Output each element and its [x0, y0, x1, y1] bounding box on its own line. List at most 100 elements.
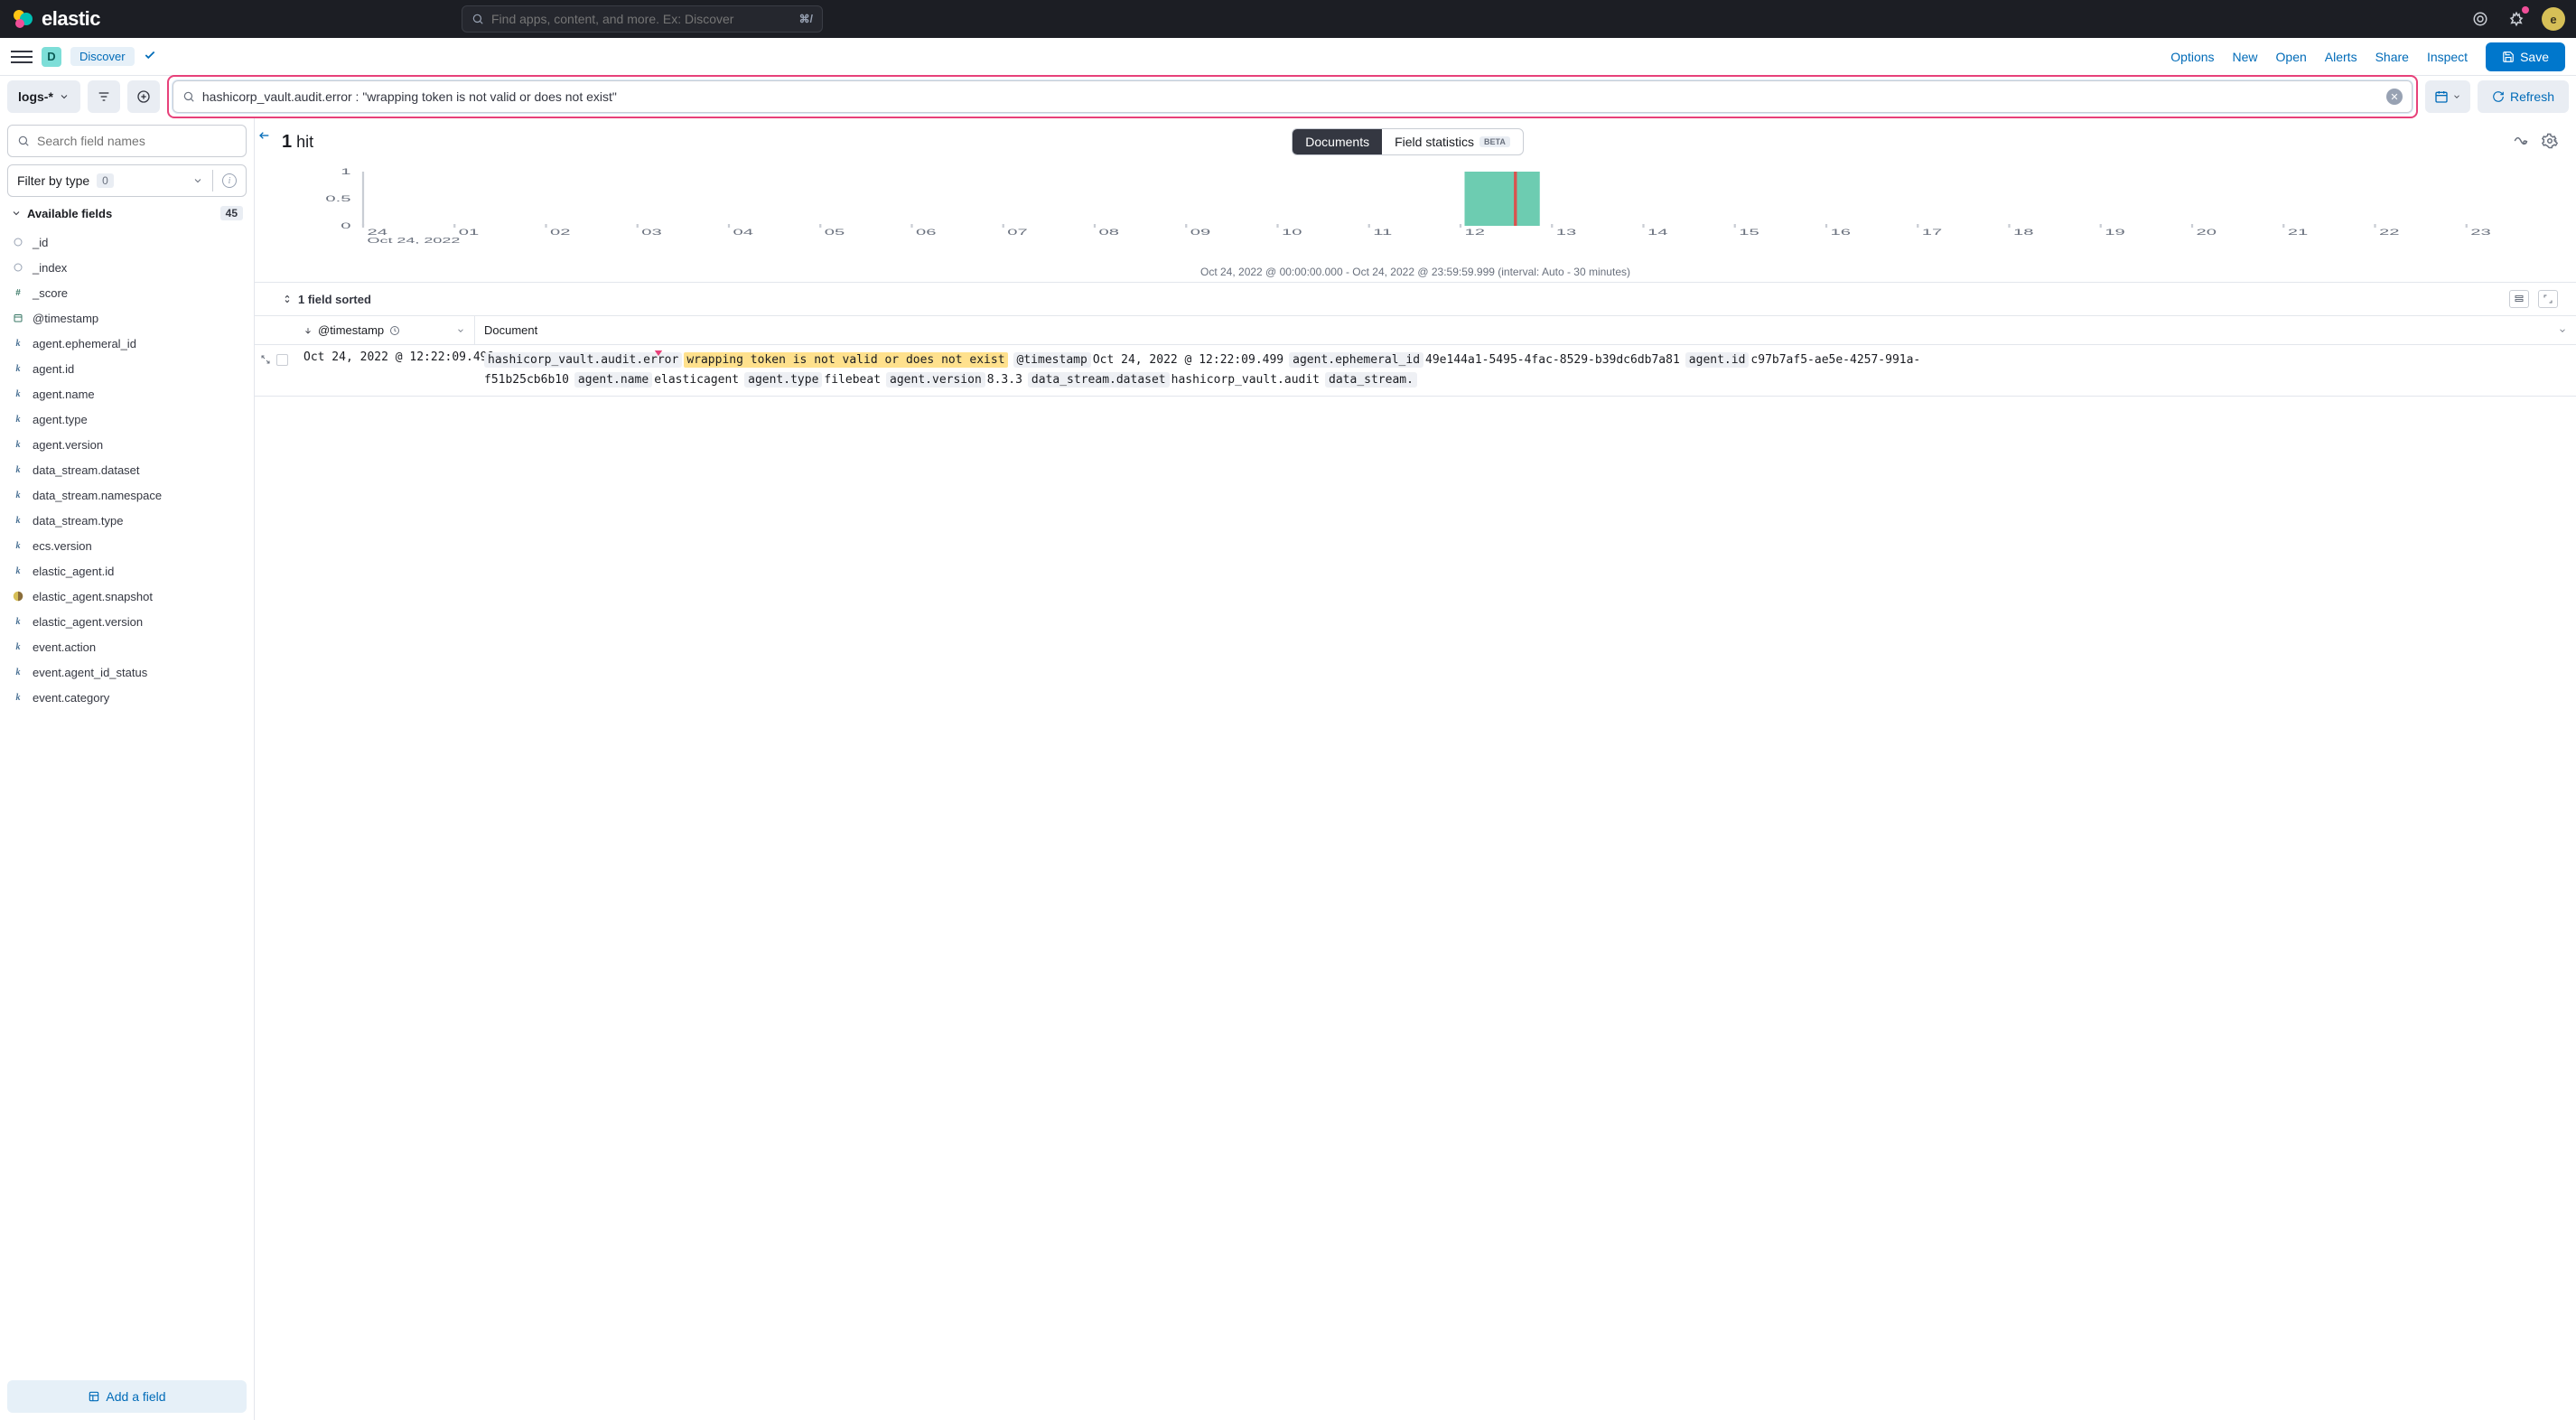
svg-text:12: 12 [1465, 229, 1486, 238]
sort-indicator[interactable]: 1 field sorted [282, 293, 371, 306]
field-search-input[interactable] [37, 134, 237, 148]
field-item[interactable]: kdata_stream.type [7, 508, 247, 533]
field-item[interactable]: kdata_stream.namespace [7, 482, 247, 508]
field-item[interactable]: kelastic_agent.id [7, 558, 247, 584]
field-item[interactable]: kecs.version [7, 533, 247, 558]
logo-text: elastic [42, 7, 100, 31]
sort-desc-icon [303, 326, 313, 335]
field-item[interactable]: kevent.agent_id_status [7, 659, 247, 685]
app-badge[interactable]: D [42, 47, 61, 67]
clear-query-button[interactable]: ✕ [2386, 89, 2403, 105]
svg-text:05: 05 [825, 229, 845, 238]
breadcrumb-discover[interactable]: Discover [70, 47, 135, 66]
calendar-icon [2434, 89, 2449, 104]
search-icon [17, 135, 30, 147]
svg-text:Oct 24, 2022: Oct 24, 2022 [368, 237, 461, 244]
query-input[interactable] [202, 89, 2379, 104]
field-item[interactable]: kelastic_agent.version [7, 609, 247, 634]
field-item[interactable]: kagent.ephemeral_id [7, 331, 247, 356]
search-shortcut: ⌘/ [799, 13, 813, 25]
field-item[interactable]: kagent.name [7, 381, 247, 406]
index-icon [88, 1390, 100, 1403]
refresh-button[interactable]: Refresh [2478, 80, 2569, 113]
global-search-input[interactable] [491, 12, 792, 26]
chart-options-icon[interactable] [2513, 133, 2529, 152]
svg-text:01: 01 [459, 229, 480, 238]
svg-text:21: 21 [2288, 229, 2309, 238]
gear-icon[interactable] [2542, 133, 2558, 152]
row-checkbox[interactable] [276, 354, 288, 366]
chevron-down-icon[interactable] [456, 326, 465, 335]
field-item[interactable]: #_score [7, 280, 247, 305]
nav-alerts[interactable]: Alerts [2325, 50, 2357, 64]
svg-text:14: 14 [1647, 229, 1668, 238]
svg-text:11: 11 [1373, 229, 1392, 238]
col-timestamp[interactable]: @timestamp [294, 316, 475, 344]
svg-text:17: 17 [1922, 229, 1943, 238]
newsfeed-icon[interactable] [2506, 8, 2527, 30]
elastic-logo-icon [11, 7, 34, 31]
search-icon [182, 90, 195, 103]
nav-toggle-icon[interactable] [11, 51, 33, 63]
tab-field-statistics[interactable]: Field statistics BETA [1382, 129, 1523, 154]
field-item[interactable]: _index [7, 255, 247, 280]
svg-text:20: 20 [2197, 229, 2217, 238]
field-item[interactable]: @timestamp [7, 305, 247, 331]
clock-icon [389, 325, 400, 336]
available-fields-header[interactable]: Available fields 45 [7, 197, 247, 229]
field-item[interactable]: kagent.type [7, 406, 247, 432]
nav-options[interactable]: Options [2170, 50, 2214, 64]
add-filter-button[interactable] [127, 80, 160, 113]
svg-text:06: 06 [916, 229, 937, 238]
date-picker-button[interactable] [2425, 80, 2470, 113]
datasource-selector[interactable]: logs-* [7, 80, 80, 113]
table-row[interactable]: Oct 24, 2022 @ 12:22:09.499 hashicorp_va… [255, 345, 2576, 397]
svg-text:16: 16 [1830, 229, 1851, 238]
svg-text:0: 0 [341, 222, 351, 231]
view-tabs: Documents Field statistics BETA [1292, 128, 1524, 155]
col-document[interactable]: Document [475, 316, 2576, 344]
svg-text:08: 08 [1099, 229, 1120, 238]
field-item[interactable]: kevent.action [7, 634, 247, 659]
nav-share[interactable]: Share [2375, 50, 2409, 64]
global-search[interactable]: ⌘/ [462, 5, 823, 33]
nav-new[interactable]: New [2233, 50, 2258, 64]
field-item[interactable]: elastic_agent.snapshot [7, 584, 247, 609]
filter-menu-button[interactable] [88, 80, 120, 113]
field-item[interactable]: kagent.version [7, 432, 247, 457]
add-field-button[interactable]: Add a field [7, 1380, 247, 1413]
display-options-icon[interactable] [2509, 290, 2529, 308]
field-item[interactable]: kevent.category [7, 685, 247, 710]
field-item[interactable]: kagent.id [7, 356, 247, 381]
svg-text:02: 02 [550, 229, 571, 238]
help-icon[interactable] [2469, 8, 2491, 30]
nav-open[interactable]: Open [2276, 50, 2307, 64]
info-icon[interactable]: i [222, 173, 237, 188]
fullscreen-icon[interactable] [2538, 290, 2558, 308]
chevron-down-icon [2452, 92, 2461, 101]
expand-icon[interactable] [260, 354, 271, 365]
save-button[interactable]: Save [2486, 42, 2565, 71]
saved-check-icon[interactable] [144, 49, 156, 64]
field-item[interactable]: _id [7, 229, 247, 255]
histogram-chart[interactable]: 00.5124010203040506070809101112131415161… [255, 163, 2576, 262]
refresh-icon [2492, 90, 2505, 103]
chevron-down-icon[interactable] [2558, 326, 2567, 335]
svg-text:13: 13 [1556, 229, 1577, 238]
svg-text:09: 09 [1190, 229, 1211, 238]
svg-text:18: 18 [2013, 229, 2034, 238]
field-item[interactable]: kdata_stream.dataset [7, 457, 247, 482]
search-icon [471, 13, 484, 25]
collapse-sidebar-icon[interactable] [257, 128, 271, 147]
svg-text:04: 04 [733, 229, 754, 238]
row-timestamp: Oct 24, 2022 @ 12:22:09.499 [294, 350, 475, 390]
tab-documents[interactable]: Documents [1293, 129, 1382, 154]
chevron-down-icon [192, 175, 203, 186]
svg-text:19: 19 [2105, 229, 2125, 238]
save-icon [2502, 51, 2515, 63]
sort-icon [282, 294, 293, 304]
filter-by-type[interactable]: Filter by type 0 i [7, 164, 247, 197]
user-avatar[interactable]: e [2542, 7, 2565, 31]
field-search[interactable] [7, 125, 247, 157]
nav-inspect[interactable]: Inspect [2427, 50, 2468, 64]
